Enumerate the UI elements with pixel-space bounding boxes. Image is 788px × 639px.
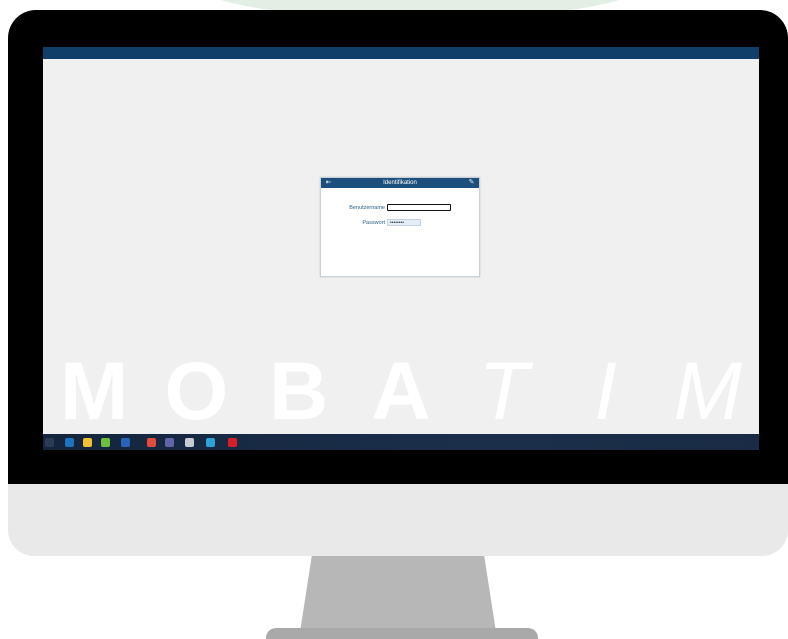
username-row: Benutzername bbox=[321, 204, 479, 214]
screen: M O B A T I M ⇤ Identifikation ✎ Benutze… bbox=[43, 47, 759, 450]
dialog-header: ⇤ Identifikation ✎ bbox=[321, 178, 479, 188]
word-icon[interactable] bbox=[121, 438, 130, 447]
watermark-letter: T bbox=[478, 346, 529, 437]
login-dialog: ⇤ Identifikation ✎ Benutzername Passwort… bbox=[320, 177, 480, 277]
password-field[interactable]: •••••••• bbox=[387, 219, 421, 226]
watermark-letter: M bbox=[673, 346, 742, 437]
monitor-chin bbox=[8, 484, 788, 556]
watermark-letter: I bbox=[594, 346, 617, 437]
password-row: Passwort •••••••• bbox=[321, 219, 479, 229]
dialog-title: Identifikation bbox=[383, 180, 417, 186]
back-icon[interactable]: ⇤ bbox=[324, 178, 333, 188]
monitor-stand bbox=[300, 556, 496, 632]
app-icon[interactable] bbox=[185, 438, 194, 447]
edit-icon[interactable]: ✎ bbox=[467, 178, 476, 188]
username-field[interactable] bbox=[387, 204, 451, 211]
chrome-icon[interactable] bbox=[147, 438, 156, 447]
taskview-icon[interactable] bbox=[45, 438, 54, 447]
watermark: M O B A T I M bbox=[43, 346, 759, 437]
username-label: Benutzername bbox=[349, 205, 385, 211]
acrobat-icon[interactable] bbox=[228, 438, 237, 447]
watermark-letter: B bbox=[269, 346, 329, 437]
watermark-letter: A bbox=[371, 346, 431, 437]
watermark-letter: O bbox=[164, 346, 229, 437]
teams-icon[interactable] bbox=[165, 438, 174, 447]
taskbar bbox=[43, 434, 759, 450]
settings-app-icon[interactable] bbox=[206, 438, 215, 447]
watermark-letter: M bbox=[59, 346, 129, 437]
file-explorer-icon[interactable] bbox=[83, 438, 92, 447]
app-top-bar bbox=[43, 47, 759, 59]
monitor-stand-base bbox=[266, 628, 538, 639]
password-label: Passwort bbox=[362, 220, 385, 226]
notes-icon[interactable] bbox=[101, 438, 110, 447]
outlook-icon[interactable] bbox=[65, 438, 74, 447]
